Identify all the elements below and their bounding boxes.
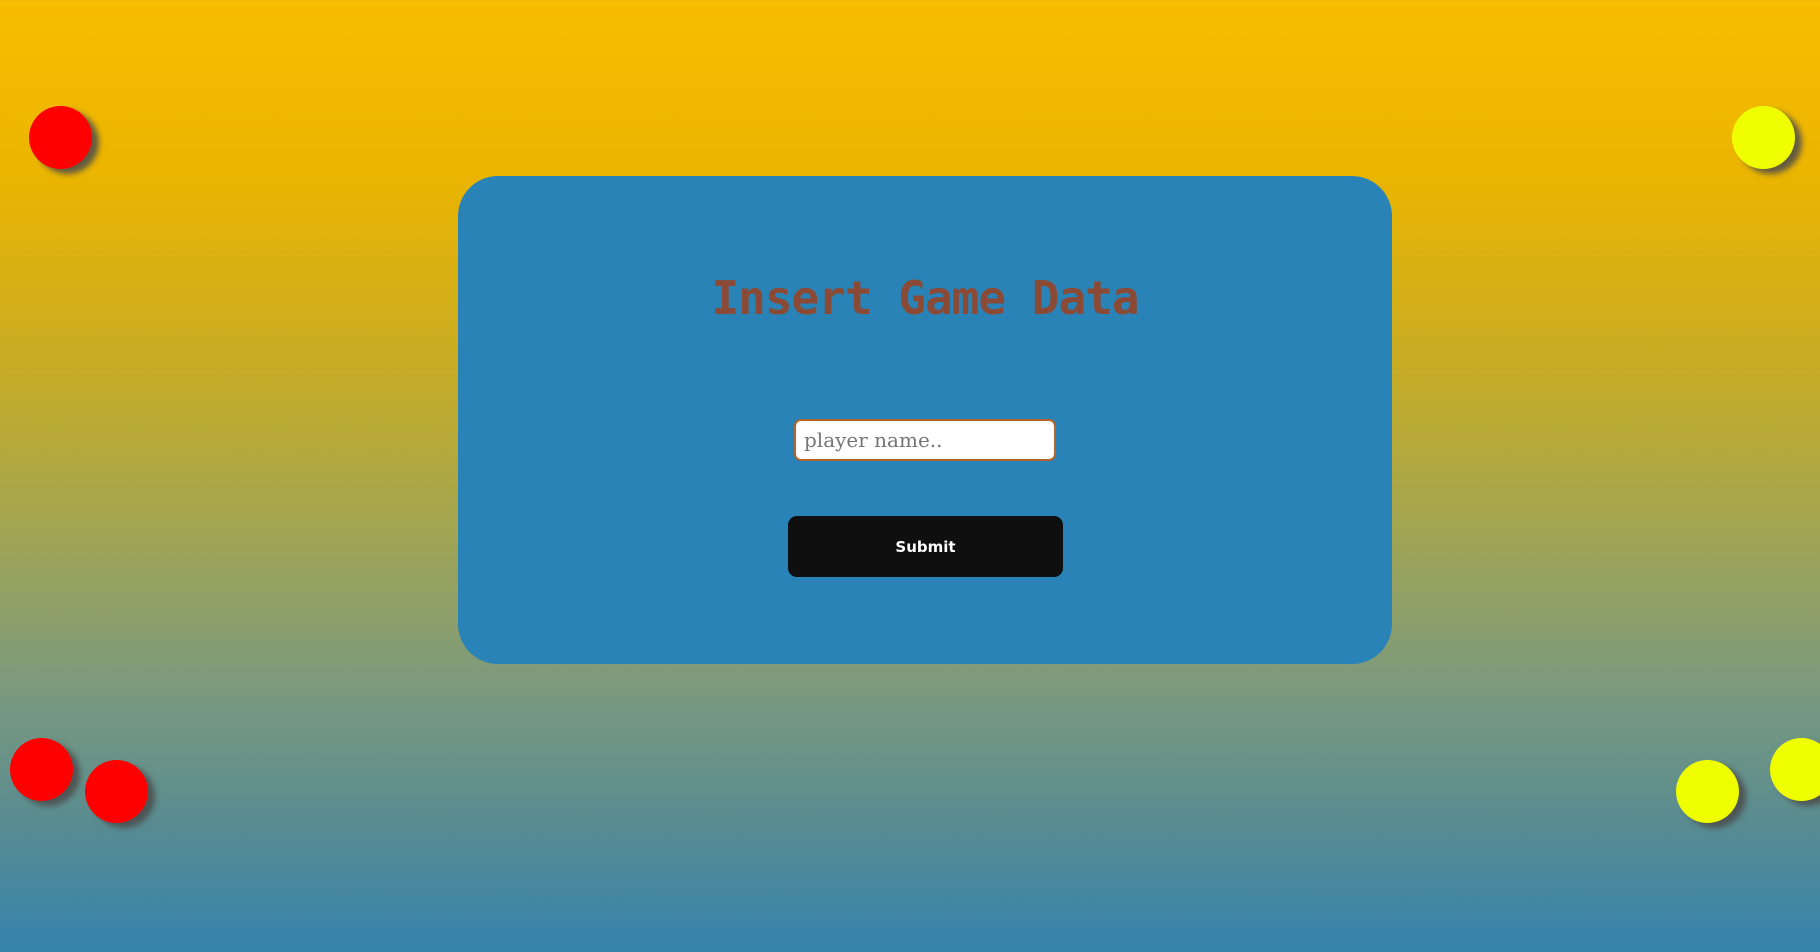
- submit-button[interactable]: Submit: [788, 516, 1063, 577]
- yellow-disc-decoration: [1732, 106, 1795, 169]
- red-disc-decoration: [29, 106, 92, 169]
- red-disc-decoration: [85, 760, 148, 823]
- yellow-disc-decoration: [1770, 738, 1820, 801]
- red-disc-decoration: [10, 738, 73, 801]
- page-title: Insert Game Data: [711, 271, 1139, 325]
- yellow-disc-decoration: [1676, 760, 1739, 823]
- player-name-input[interactable]: [794, 419, 1056, 461]
